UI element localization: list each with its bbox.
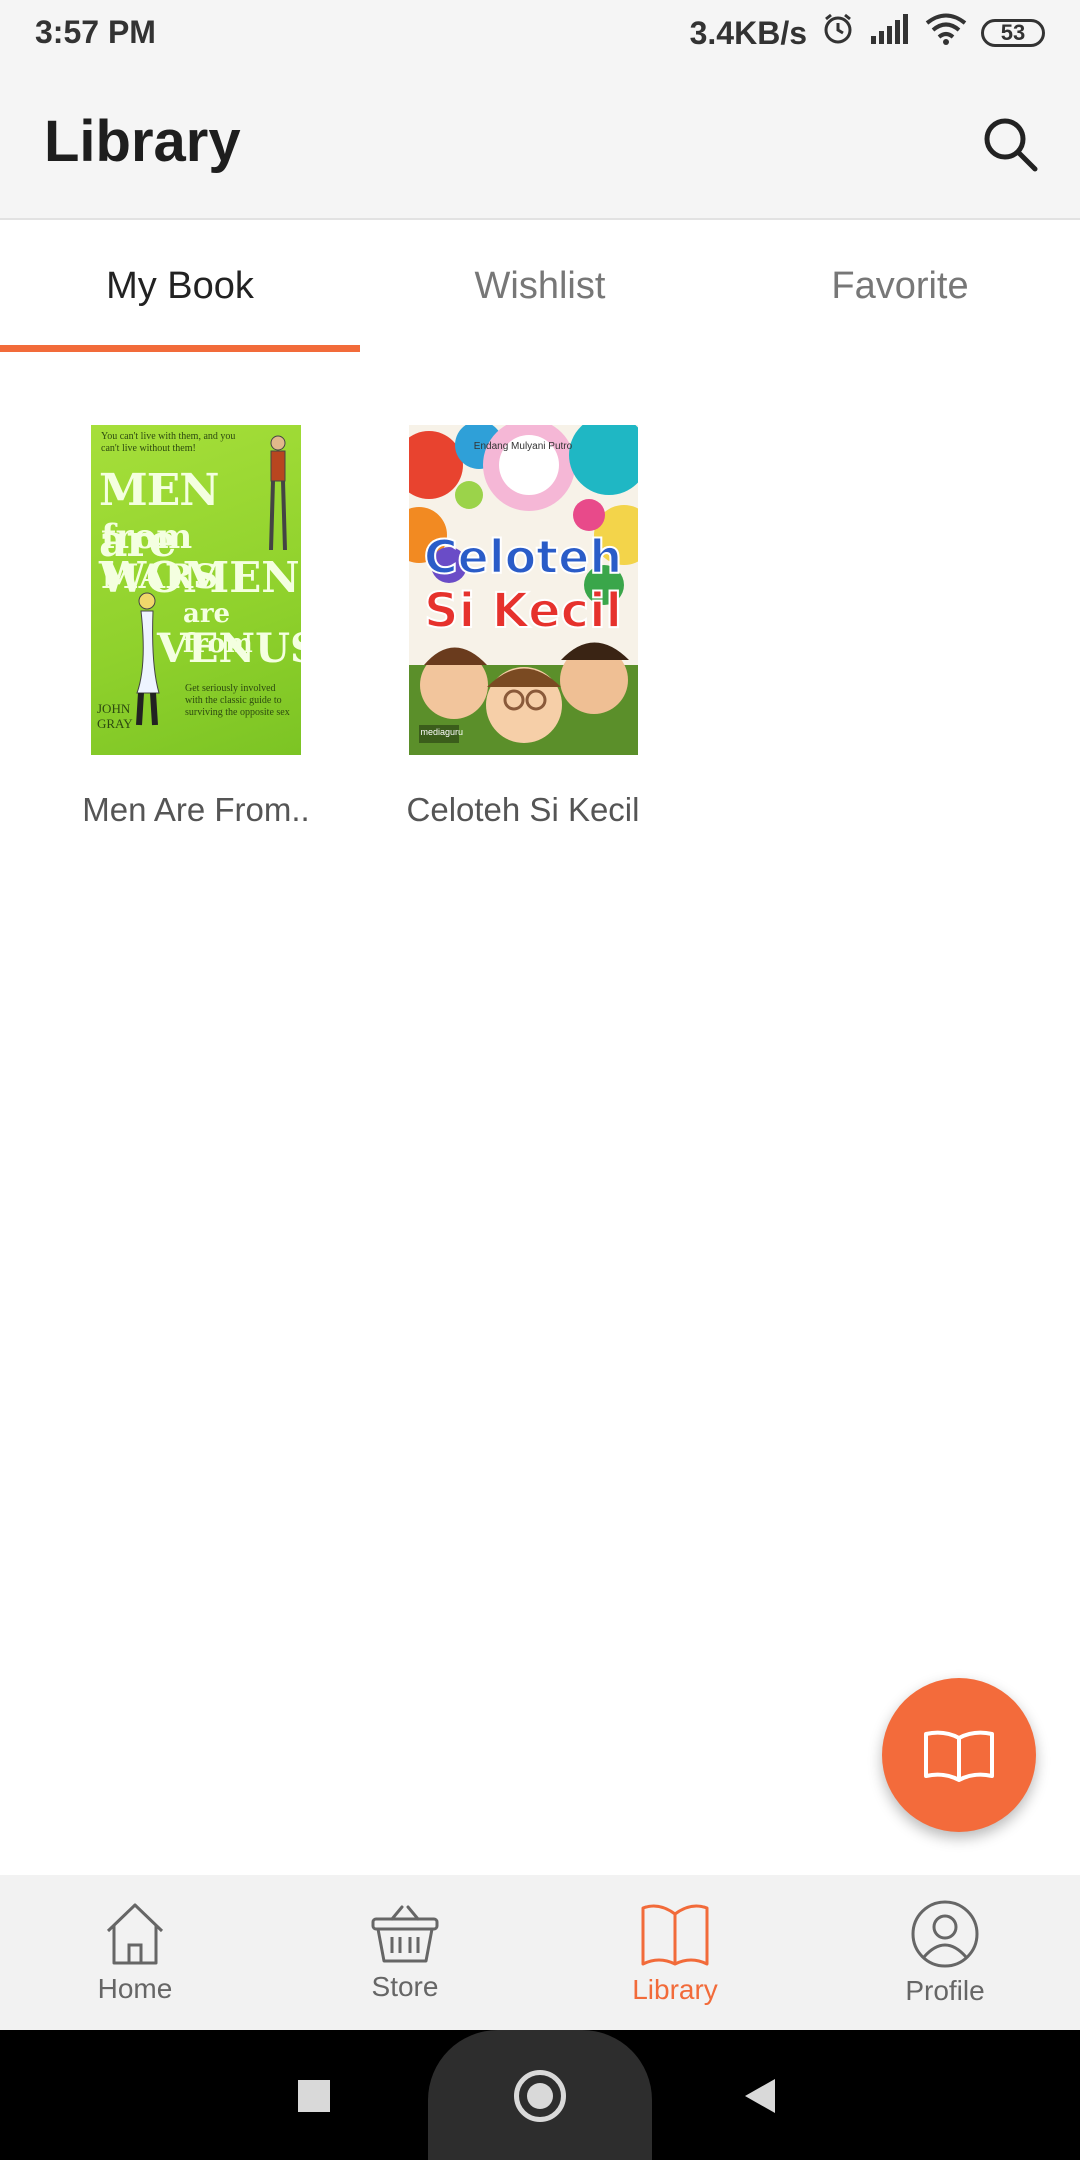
profile-icon xyxy=(911,1900,979,1967)
status-bar: 3:57 PM 3.4KB/s 53 xyxy=(0,0,1080,68)
tab-bar: My Book Wishlist Favorite xyxy=(0,220,1080,352)
battery-icon: 53 xyxy=(981,19,1045,47)
home-button-dot xyxy=(527,2083,553,2109)
nav-home[interactable]: Home xyxy=(0,1875,270,2030)
recents-button[interactable] xyxy=(298,2080,330,2112)
system-navigation-bar xyxy=(0,2030,1080,2160)
book-item[interactable]: You can't live with them, and you can't … xyxy=(76,425,316,829)
cover-publisher: mediaguru xyxy=(420,727,464,737)
book-title: Celoteh Si Kecil xyxy=(406,791,640,828)
open-book-icon xyxy=(924,1730,994,1782)
read-book-fab[interactable] xyxy=(882,1678,1036,1832)
cover-title-line2: Si Kecil xyxy=(423,582,623,640)
page-title: Library xyxy=(44,109,241,174)
net-speed: 3.4KB/s xyxy=(689,14,807,51)
search-icon xyxy=(984,118,1038,172)
book-title: Men Are From.. xyxy=(82,791,310,828)
app-bar: Library xyxy=(0,68,1080,220)
nav-label: Home xyxy=(97,1972,173,2004)
book-cover: Endang Mulyani Putro Celoteh Si Kecil me… xyxy=(408,425,638,755)
tab-wishlist[interactable]: Wishlist xyxy=(360,220,720,352)
library-book-icon xyxy=(641,1904,709,1965)
nav-label: Library xyxy=(632,1973,718,2005)
nav-store[interactable]: Store xyxy=(270,1875,540,2030)
cover-author: Endang Mulyani Putro xyxy=(473,441,573,452)
search-button[interactable] xyxy=(970,104,1050,184)
wifi-icon xyxy=(925,13,967,53)
home-icon xyxy=(106,1903,164,1964)
cover-illustration xyxy=(136,435,287,726)
alarm-icon xyxy=(821,12,855,54)
signal-icon xyxy=(869,14,911,52)
status-right: 3.4KB/s 53 xyxy=(690,12,1045,54)
book-cover: You can't live with them, and you can't … xyxy=(91,425,301,755)
app-root: 3:57 PM 3.4KB/s 53 Library My Book Wishl… xyxy=(0,0,1080,2160)
tab-label: Favorite xyxy=(831,264,969,307)
nav-profile[interactable]: Profile xyxy=(810,1875,1080,2030)
tab-my-book[interactable]: My Book xyxy=(0,220,360,352)
tab-favorite[interactable]: Favorite xyxy=(720,220,1080,352)
nav-label: Profile xyxy=(905,1974,985,2006)
tab-indicator xyxy=(0,345,360,352)
battery-level: 53 xyxy=(1000,20,1026,45)
bottom-navigation: Home Store Library Profile xyxy=(0,1875,1080,2030)
home-button[interactable] xyxy=(514,2070,566,2122)
cover-title-line1: Celoteh xyxy=(423,529,623,585)
status-time: 3:57 PM xyxy=(35,14,156,50)
back-button[interactable] xyxy=(743,2077,777,2115)
tab-label: Wishlist xyxy=(474,264,606,307)
tab-label: My Book xyxy=(106,264,254,307)
basket-icon xyxy=(371,1905,439,1962)
book-item[interactable]: Endang Mulyani Putro Celoteh Si Kecil me… xyxy=(403,425,643,829)
nav-label: Store xyxy=(371,1970,439,2002)
nav-library[interactable]: Library xyxy=(540,1875,810,2030)
